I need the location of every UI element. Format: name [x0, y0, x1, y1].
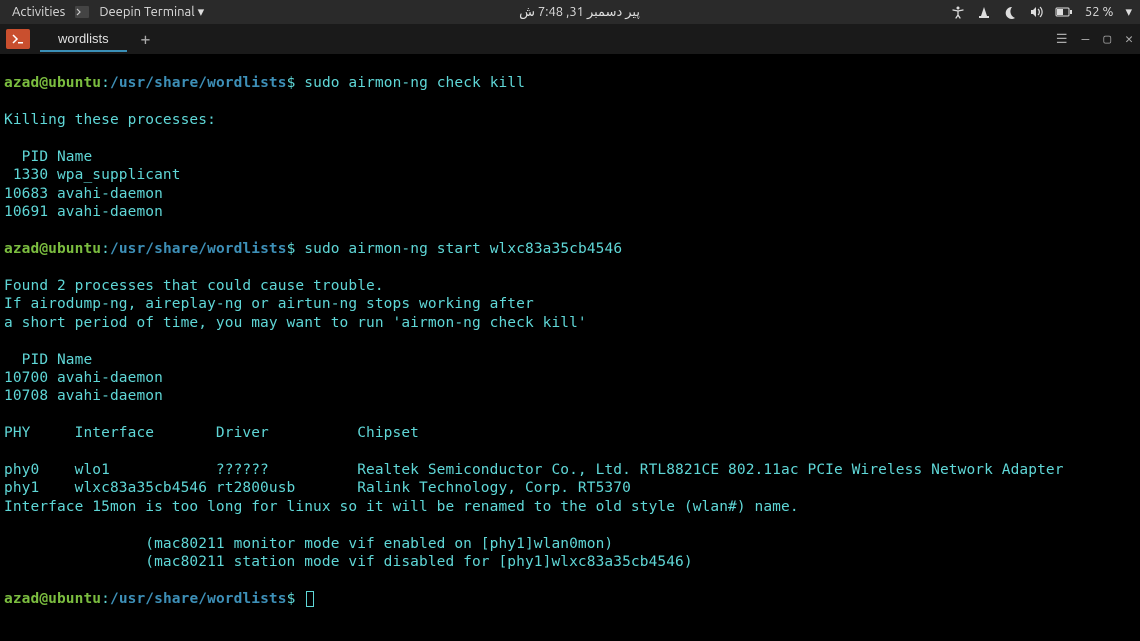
- minimize-button[interactable]: —: [1075, 32, 1097, 47]
- terminal-line: a short period of time, you may want to …: [4, 315, 587, 331]
- volume-icon[interactable]: [1029, 5, 1043, 19]
- terminal-line: 10708 avahi-daemon: [4, 388, 163, 404]
- terminal-line: (mac80211 station mode vif disabled for …: [4, 554, 693, 570]
- prompt-user: azad@ubuntu: [4, 75, 101, 91]
- terminal-content[interactable]: azad@ubuntu:/usr/share/wordlists$ sudo a…: [0, 54, 1140, 610]
- terminal-line: azad@ubuntu:/usr/share/wordlists$ sudo a…: [4, 75, 525, 91]
- clock[interactable]: پیر دسمبر 31, 7:48 ش: [208, 5, 951, 20]
- battery-label: 52 %: [1085, 5, 1114, 19]
- menu-button[interactable]: ☰: [1049, 32, 1075, 47]
- terminal-line: Found 2 processes that could cause troub…: [4, 278, 384, 294]
- terminal-line: If airodump-ng, aireplay-ng or airtun-ng…: [4, 296, 534, 312]
- terminal-line: azad@ubuntu:/usr/share/wordlists$: [4, 591, 314, 607]
- terminal-line: 10683 avahi-daemon: [4, 186, 163, 202]
- vlc-tray-icon[interactable]: [977, 5, 991, 19]
- system-menu-chevron-icon[interactable]: ▾: [1125, 5, 1132, 20]
- terminal-launcher-icon[interactable]: [6, 29, 30, 49]
- cursor: [306, 591, 314, 607]
- terminal-tabbar: wordlists + ☰ — ▢ ✕: [0, 24, 1140, 54]
- terminal-line: PID Name: [4, 149, 92, 165]
- terminal-line: 1330 wpa_supplicant: [4, 167, 181, 183]
- terminal-line: (mac80211 monitor mode vif enabled on [p…: [4, 536, 613, 552]
- terminal-line: PID Name: [4, 352, 92, 368]
- activities-button[interactable]: Activities: [8, 5, 69, 19]
- terminal-app-icon: [75, 6, 89, 18]
- terminal-line: PHY Interface Driver Chipset: [4, 425, 419, 441]
- night-icon[interactable]: [1003, 5, 1017, 19]
- prompt-path: /usr/share/wordlists: [110, 75, 287, 91]
- command-text: sudo airmon-ng start wlxc83a35cb4546: [304, 241, 622, 257]
- battery-icon[interactable]: [1055, 6, 1073, 18]
- new-tab-button[interactable]: +: [127, 30, 165, 49]
- terminal-line: phy1 wlxc83a35cb4546 rt2800usb Ralink Te…: [4, 480, 631, 496]
- maximize-button[interactable]: ▢: [1096, 32, 1118, 47]
- command-text: sudo airmon-ng check kill: [304, 75, 525, 91]
- terminal-line: 10700 avahi-daemon: [4, 370, 163, 386]
- app-menu-label: Deepin Terminal: [99, 5, 194, 19]
- accessibility-icon[interactable]: [951, 5, 965, 19]
- close-button[interactable]: ✕: [1118, 32, 1140, 47]
- app-menu[interactable]: Deepin Terminal ▾: [95, 5, 208, 20]
- terminal-line: 10691 avahi-daemon: [4, 204, 163, 220]
- terminal-line: Killing these processes:: [4, 112, 216, 128]
- terminal-line: phy0 wlo1 ?????? Realtek Semiconductor C…: [4, 462, 1064, 478]
- tab-wordlists[interactable]: wordlists: [40, 27, 127, 52]
- terminal-line: azad@ubuntu:/usr/share/wordlists$ sudo a…: [4, 241, 622, 257]
- terminal-line: Interface 15mon is too long for linux so…: [4, 499, 799, 515]
- gnome-topbar: Activities Deepin Terminal ▾ پیر دسمبر 3…: [0, 0, 1140, 24]
